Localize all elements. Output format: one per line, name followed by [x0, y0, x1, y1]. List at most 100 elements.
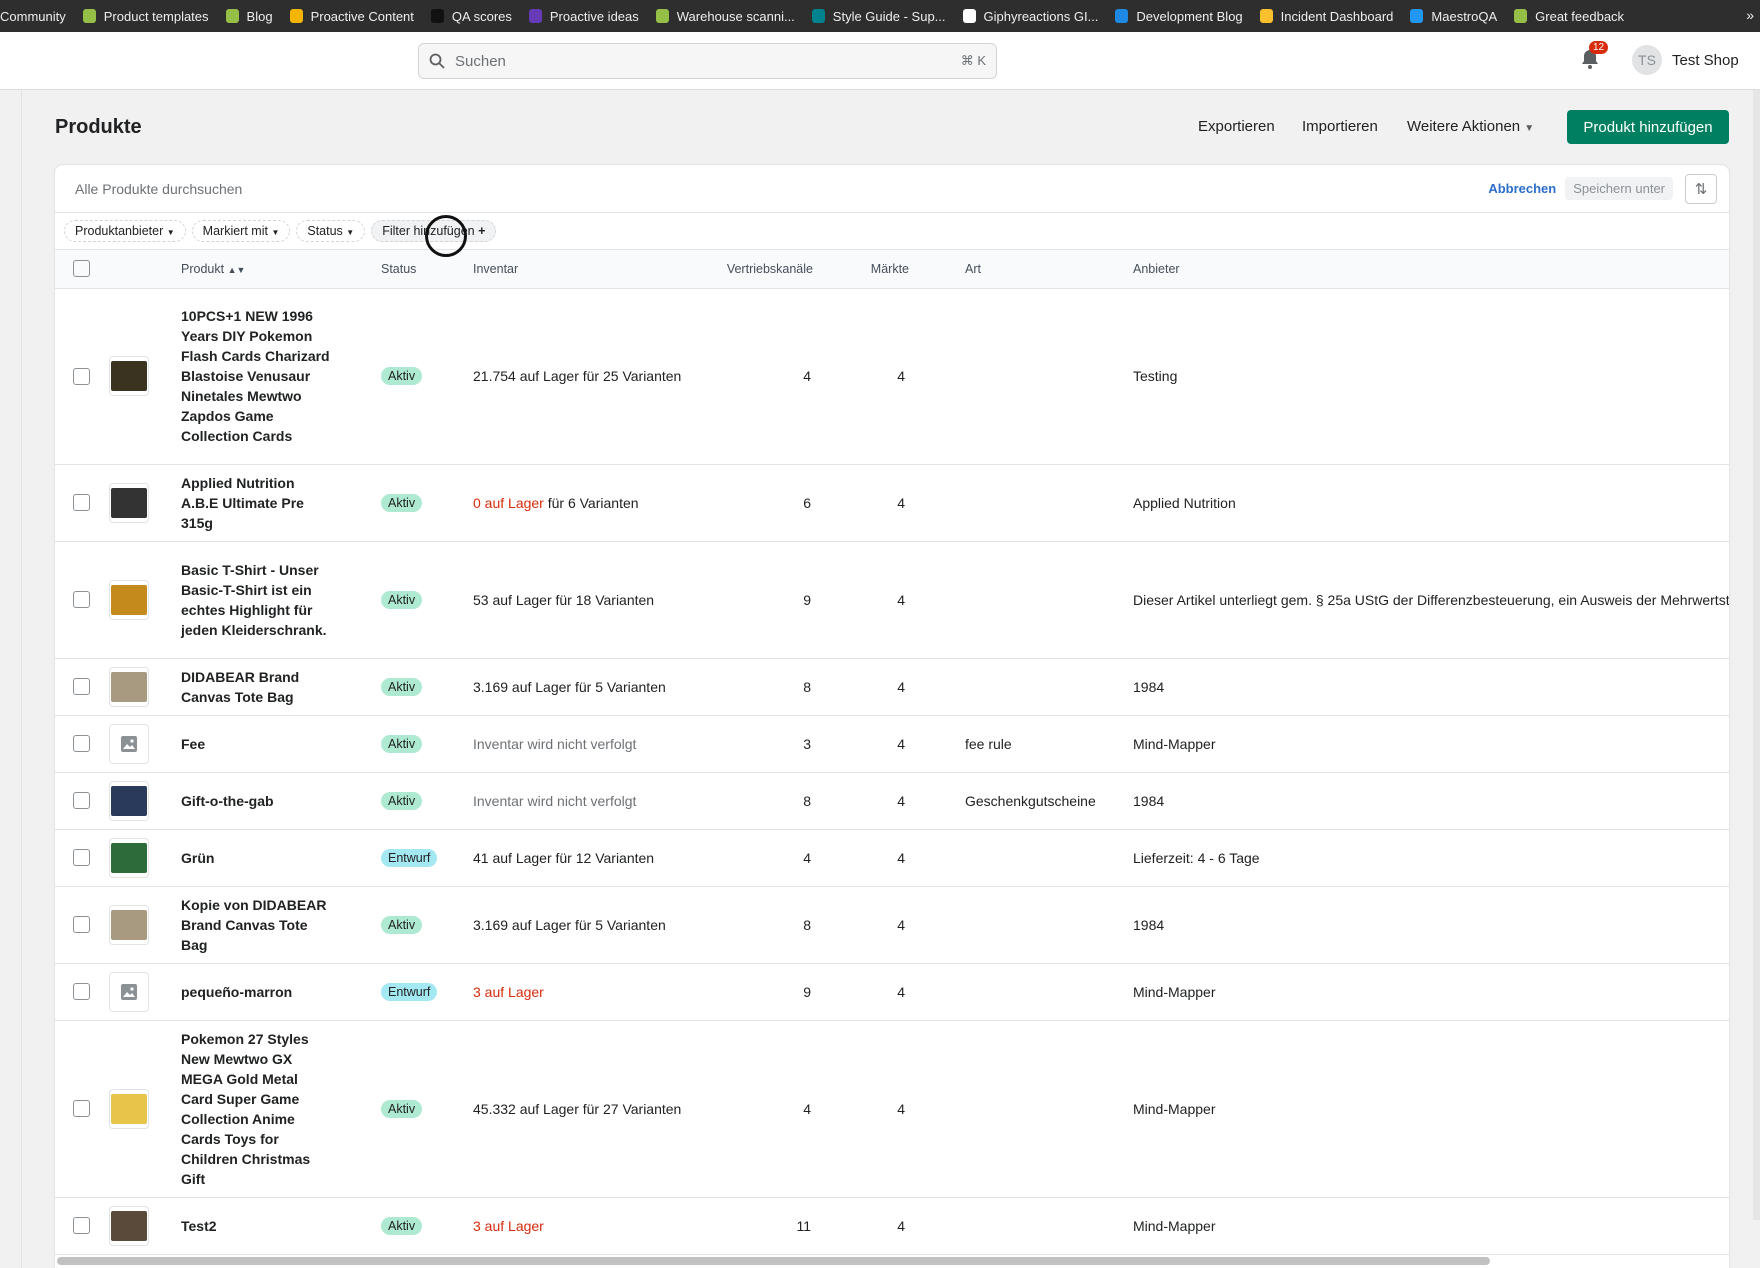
column-status[interactable]: Status [381, 262, 416, 276]
row-checkbox[interactable] [73, 735, 90, 752]
bookmark-item[interactable]: Great feedback [1514, 9, 1624, 24]
product-search-input[interactable]: Alle Produkte durchsuchen [75, 181, 242, 197]
product-thumbnail[interactable] [109, 356, 149, 396]
product-thumbnail[interactable] [109, 482, 149, 523]
table-row[interactable]: Applied Nutrition A.B.E Ultimate Pre 315… [55, 464, 1729, 542]
row-checkbox[interactable] [73, 678, 90, 695]
column-type[interactable]: Art [965, 262, 981, 276]
shop-name[interactable]: Test Shop [1672, 52, 1739, 69]
column-markets[interactable]: Märkte [871, 262, 909, 276]
global-search-input[interactable]: Suchen ⌘ K [418, 43, 997, 79]
row-checkbox[interactable] [73, 1217, 90, 1234]
product-name[interactable]: DIDABEAR Brand Canvas Tote Bag [181, 659, 331, 715]
table-row[interactable]: pequeño-marron Entwurf 3 auf Lager 9 4 Mind-M… [55, 963, 1729, 1021]
column-channels[interactable]: Vertriebskanäle [727, 262, 813, 276]
inventory-out-of-stock: 3 auf Lager [473, 983, 544, 1000]
product-name[interactable]: Test2 [181, 1208, 331, 1244]
product-thumbnail[interactable] [109, 904, 149, 945]
product-thumbnail[interactable] [109, 723, 149, 764]
inventory-text: 3.169 auf Lager für 5 Varianten [473, 916, 666, 933]
vertical-scrollbar[interactable] [1753, 90, 1760, 1220]
product-name[interactable]: Applied Nutrition A.B.E Ultimate Pre 315… [181, 465, 331, 541]
table-row[interactable]: 10PCS+1 NEW 1996 Years DIY Pokemon Flash… [55, 288, 1729, 465]
filter-label: Produktanbieter [75, 224, 164, 238]
bookmark-label: Giphyreactions GI... [983, 8, 1099, 24]
caret-down-icon: ▼ [346, 228, 355, 237]
more-bookmarks-icon[interactable]: » [1746, 7, 1754, 23]
column-product[interactable]: Produkt ▲▼ [181, 262, 245, 276]
product-name[interactable]: 10PCS+1 NEW 1996 Years DIY Pokemon Flash… [181, 298, 331, 454]
bookmark-item[interactable]: Community [0, 9, 66, 24]
avatar[interactable]: TS [1632, 45, 1662, 75]
bookmark-item[interactable]: Giphyreactions GI... [962, 8, 1099, 24]
filter-vendor[interactable]: Produktanbieter ▼ [64, 220, 186, 242]
bookmark-label: Blog [246, 8, 273, 24]
table-row[interactable]: Gift-o-the-gab Aktiv Inventar wird nicht v… [55, 772, 1729, 830]
table-row[interactable]: Kopie von DIDABEAR Brand Canvas Tote Bag… [55, 886, 1729, 964]
select-all-checkbox[interactable] [73, 260, 90, 278]
row-checkbox[interactable] [73, 849, 90, 866]
row-checkbox[interactable] [73, 591, 90, 608]
caret-down-icon: ▼ [166, 228, 175, 237]
row-checkbox[interactable] [73, 1100, 90, 1117]
product-name[interactable]: Grün [181, 840, 331, 876]
cancel-button[interactable]: Abbrechen [1488, 181, 1556, 196]
add-product-button[interactable]: Produkt hinzufügen [1567, 110, 1729, 144]
bookmark-item[interactable]: Blog [225, 8, 273, 24]
bookmark-item[interactable]: QA scores [430, 9, 512, 24]
bookmark-favicon-icon [1259, 9, 1273, 23]
product-vendor: 1984 [1127, 886, 1729, 964]
export-button[interactable]: Exportieren [1198, 118, 1275, 135]
bookmark-item[interactable]: Proactive Content [289, 9, 414, 24]
product-vendor: 1984 [1127, 658, 1729, 716]
product-name[interactable]: Kopie von DIDABEAR Brand Canvas Tote Bag [181, 887, 331, 963]
product-thumbnail[interactable] [109, 666, 149, 707]
row-checkbox[interactable] [73, 983, 90, 1000]
product-thumbnail[interactable] [109, 579, 149, 620]
table-row[interactable]: Test2 Aktiv 3 auf Lager 11 4 Mind-Mapper [55, 1197, 1729, 1255]
product-thumbnail[interactable] [109, 1205, 149, 1246]
filter-tagged[interactable]: Markiert mit ▼ [191, 220, 291, 242]
table-row[interactable]: Grün Entwurf 41 auf Lager für 12 Varianten… [55, 829, 1729, 887]
cursor-highlight [425, 215, 467, 257]
table-row[interactable]: Pokemon 27 Styles New Mewtwo GX MEGA Gol… [55, 1020, 1729, 1198]
filter-status[interactable]: Status ▼ [296, 220, 366, 242]
product-image [111, 671, 147, 702]
column-label: Produkt [181, 261, 225, 276]
product-thumbnail[interactable] [109, 1088, 149, 1129]
product-name[interactable]: pequeño-marron [181, 974, 331, 1010]
markets-count: 4 [817, 464, 915, 542]
row-checkbox[interactable] [73, 792, 90, 809]
row-checkbox[interactable] [73, 916, 90, 933]
bookmark-item[interactable]: Style Guide - Sup... [811, 9, 946, 24]
save-as-button[interactable]: Speichern unter [1565, 177, 1673, 200]
bookmark-item[interactable]: Development Blog [1115, 9, 1243, 24]
import-button[interactable]: Importieren [1302, 118, 1378, 135]
bookmark-label: Great feedback [1535, 8, 1625, 24]
bookmark-item[interactable]: Product templates [82, 9, 209, 24]
more-actions-button[interactable]: Weitere Aktionen ▼ [1407, 118, 1534, 135]
bookmark-item[interactable]: MaestroQA [1410, 9, 1497, 24]
product-name[interactable]: Gift-o-the-gab [181, 783, 331, 819]
product-thumbnail[interactable] [109, 837, 149, 878]
row-checkbox[interactable] [73, 367, 90, 385]
product-name[interactable]: Fee [181, 726, 331, 762]
product-thumbnail[interactable] [109, 780, 149, 821]
table-row[interactable]: Fee Aktiv Inventar wird nicht verfolgt 3 4 fe… [55, 715, 1729, 773]
product-type [915, 464, 1127, 542]
markets-count: 4 [817, 829, 915, 887]
bookmark-item[interactable]: Warehouse scanni... [655, 9, 795, 24]
bookmark-item[interactable]: Proactive ideas [528, 9, 639, 24]
column-vendor[interactable]: Anbieter [1133, 262, 1180, 276]
table-row[interactable]: Basic T-Shirt - Unser Basic-T-Shirt ist … [55, 541, 1729, 659]
column-inventory[interactable]: Inventar [473, 262, 518, 276]
product-name[interactable]: Pokemon 27 Styles New Mewtwo GX MEGA Gol… [181, 1021, 331, 1197]
row-checkbox[interactable] [73, 494, 90, 511]
sort-button[interactable]: ⇅ [1685, 173, 1717, 204]
product-name[interactable]: Basic T-Shirt - Unser Basic-T-Shirt ist … [181, 552, 331, 648]
bookmark-item[interactable]: Incident Dashboard [1259, 9, 1393, 24]
horizontal-scrollbar[interactable] [57, 1257, 1490, 1265]
bookmark-favicon-icon [962, 9, 976, 23]
table-row[interactable]: DIDABEAR Brand Canvas Tote Bag Aktiv 3.169… [55, 658, 1729, 716]
product-thumbnail[interactable] [109, 971, 149, 1012]
